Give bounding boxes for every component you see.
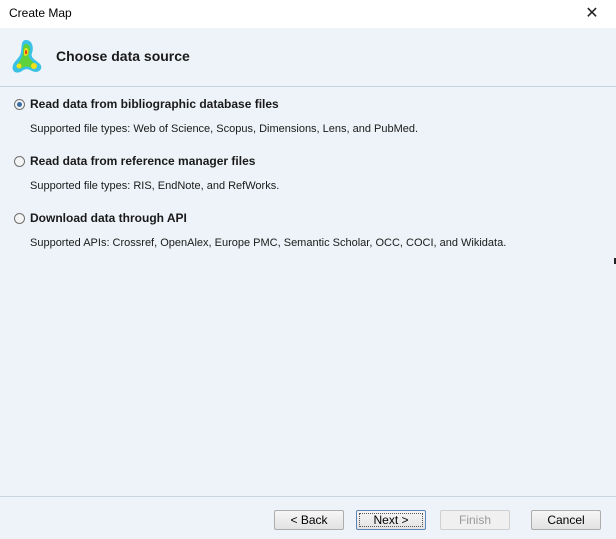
finish-button: Finish: [440, 510, 510, 530]
option-description: Supported file types: Web of Science, Sc…: [30, 123, 419, 135]
title-bar: Create Map ✕: [0, 0, 616, 28]
option-label[interactable]: Read data from reference manager files: [30, 154, 255, 168]
close-icon[interactable]: ✕: [582, 3, 602, 23]
wizard-header: Choose data source: [0, 28, 616, 86]
option-bibliographic-database[interactable]: Read data from bibliographic database fi…: [14, 97, 418, 135]
next-button[interactable]: Next >: [356, 510, 426, 530]
radio-bibliographic-database[interactable]: [14, 98, 25, 110]
option-reference-manager[interactable]: Read data from reference manager files S…: [14, 154, 279, 192]
next-button-label[interactable]: Next >: [359, 513, 423, 527]
cancel-button[interactable]: Cancel: [531, 510, 601, 530]
option-description: Supported file types: RIS, EndNote, and …: [30, 180, 280, 192]
option-label[interactable]: Read data from bibliographic database fi…: [30, 97, 279, 111]
wizard-footer: < Back Next > Finish Cancel: [0, 497, 616, 539]
page-title: Choose data source: [56, 48, 190, 64]
option-download-api[interactable]: Download data through API Supported APIs…: [14, 211, 506, 249]
create-map-dialog: Create Map ✕ Choose data source Read dat…: [0, 0, 616, 539]
window-title: Create Map: [9, 6, 72, 20]
vosviewer-density-map-icon: [12, 40, 42, 73]
back-button[interactable]: < Back: [274, 510, 344, 530]
data-source-options: Read data from bibliographic database fi…: [0, 87, 616, 496]
option-description: Supported APIs: Crossref, OpenAlex, Euro…: [30, 237, 507, 249]
option-label[interactable]: Download data through API: [30, 211, 187, 225]
radio-reference-manager[interactable]: [14, 155, 25, 167]
radio-download-api[interactable]: [14, 212, 25, 224]
